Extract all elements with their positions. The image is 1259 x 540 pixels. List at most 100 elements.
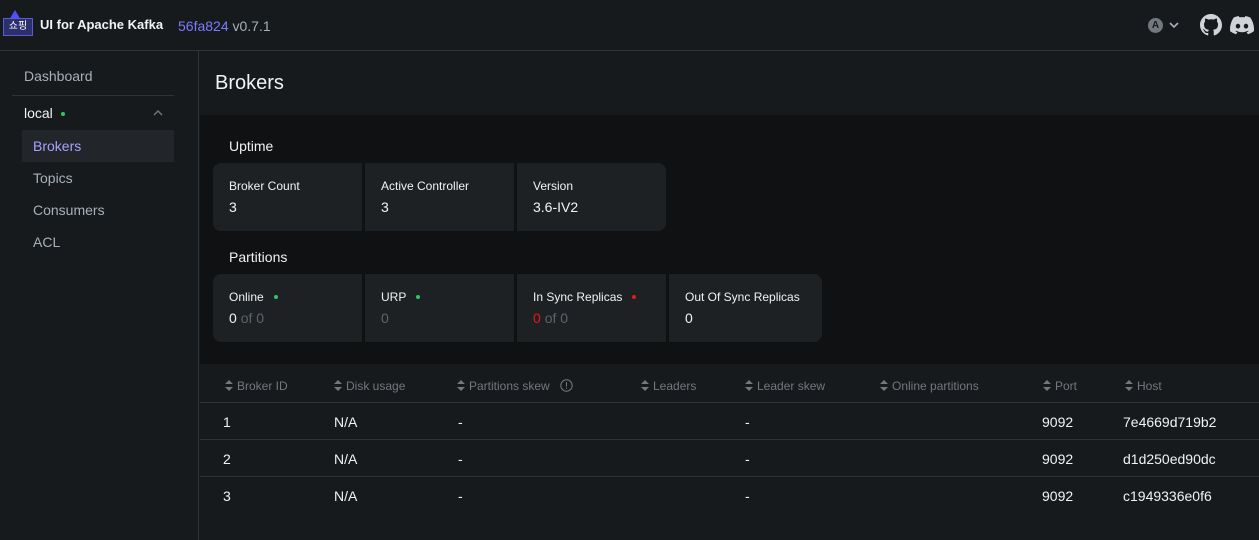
- column-label: Partitions skew: [469, 379, 550, 393]
- top-bar: 쇼핑 UI for Apache Kafka 56fa824 v0.7.1 A: [0, 0, 1259, 51]
- cell-leader-skew: -: [745, 414, 750, 430]
- table-row[interactable]: 1 N/A - - 9092 7e4669d719b2: [200, 402, 1259, 439]
- cell-partitions-skew: -: [458, 451, 463, 467]
- chevron-up-icon[interactable]: [153, 108, 163, 118]
- sort-icon: [745, 380, 753, 392]
- metric-broker-count: Broker Count 3: [213, 163, 362, 231]
- cell-leader-skew: -: [745, 451, 750, 467]
- logo-text: 쇼핑: [3, 18, 33, 36]
- metric-value-number: 0: [229, 310, 237, 326]
- sidebar-item-brokers[interactable]: Brokers: [22, 130, 174, 162]
- sidebar-divider: [12, 95, 174, 96]
- metric-value: 3: [229, 199, 237, 215]
- cell-disk-usage: N/A: [334, 451, 358, 467]
- metric-value: 3: [381, 199, 389, 215]
- metric-label-text: Online: [229, 290, 264, 304]
- version-number: v0.7.1: [232, 18, 271, 34]
- cluster-name[interactable]: local: [24, 105, 53, 121]
- user-menu-button[interactable]: A: [1148, 16, 1182, 36]
- metric-value-number: 0: [533, 310, 541, 326]
- table-row[interactable]: 3 N/A - - 9092 c1949336e0f6: [200, 476, 1259, 513]
- nav-dashboard[interactable]: Dashboard: [24, 68, 93, 84]
- sidebar-item-topics[interactable]: Topics: [22, 162, 174, 194]
- cluster-status-dot: [61, 112, 65, 116]
- uptime-title: Uptime: [229, 138, 274, 154]
- cell-broker-id[interactable]: 1: [223, 414, 231, 430]
- metric-version: Version 3.6-IV2: [517, 163, 666, 231]
- sort-icon: [1043, 380, 1051, 392]
- cell-broker-id[interactable]: 2: [223, 451, 231, 467]
- column-header-broker-id[interactable]: Broker ID: [225, 379, 288, 393]
- cell-leader-skew: -: [745, 488, 750, 504]
- metric-active-controller: Active Controller 3: [365, 163, 514, 231]
- metric-label: Version: [533, 179, 574, 193]
- table-row[interactable]: 2 N/A - - 9092 d1d250ed90dc: [200, 439, 1259, 476]
- sort-icon: [1125, 380, 1133, 392]
- main-content: Brokers Uptime Broker Count 3 Active Con…: [200, 51, 1259, 540]
- metric-label: In Sync Replicas: [533, 290, 666, 304]
- column-label: Host: [1137, 379, 1162, 393]
- status-dot: [273, 294, 278, 299]
- column-label: Broker ID: [237, 379, 288, 393]
- cell-host: d1d250ed90dc: [1123, 451, 1216, 467]
- metric-out-of-sync-replicas: Out Of Sync Replicas 0: [669, 274, 822, 342]
- metric-value-suffix: of 0: [240, 310, 265, 326]
- column-label: Leaders: [653, 379, 697, 393]
- version-info: 56fa824 v0.7.1: [178, 18, 271, 34]
- info-icon[interactable]: [560, 379, 573, 393]
- metric-label: URP: [381, 290, 514, 304]
- partitions-title: Partitions: [229, 249, 288, 265]
- column-header-host[interactable]: Host: [1125, 379, 1162, 393]
- cell-port: 9092: [1042, 451, 1074, 467]
- app-logo[interactable]: 쇼핑: [3, 10, 33, 36]
- column-header-leaders[interactable]: Leaders: [641, 379, 696, 393]
- chevron-down-icon: [1169, 22, 1179, 29]
- column-header-port[interactable]: Port: [1043, 379, 1077, 393]
- metric-label: Broker Count: [229, 179, 300, 193]
- app-title[interactable]: UI for Apache Kafka: [40, 17, 163, 32]
- metric-value: 0 of 0: [533, 310, 666, 326]
- column-label: Leader skew: [757, 379, 826, 393]
- sort-icon: [641, 380, 649, 392]
- cell-disk-usage: N/A: [334, 414, 358, 430]
- github-icon[interactable]: [1200, 14, 1222, 36]
- column-header-disk-usage[interactable]: Disk usage: [334, 379, 405, 393]
- commit-link[interactable]: 56fa824: [178, 18, 229, 34]
- metric-urp: URP 0: [365, 274, 514, 342]
- sidebar-item-acl[interactable]: ACL: [22, 226, 174, 258]
- sort-icon: [225, 380, 233, 392]
- metric-label-text: URP: [381, 290, 407, 304]
- column-label: Disk usage: [346, 379, 406, 393]
- column-header-online-partitions[interactable]: Online partitions: [880, 379, 979, 393]
- stats-panel: Uptime Broker Count 3 Active Controller …: [200, 115, 1259, 364]
- column-header-partitions-skew[interactable]: Partitions skew: [457, 379, 573, 393]
- column-label: Port: [1055, 379, 1078, 393]
- metric-online: Online 0 of 0: [213, 274, 362, 342]
- page-title: Brokers: [215, 72, 284, 94]
- discord-icon[interactable]: [1230, 15, 1254, 35]
- cell-partitions-skew: -: [458, 414, 463, 430]
- cell-host: c1949336e0f6: [1123, 488, 1212, 504]
- column-label: Online partitions: [892, 379, 979, 393]
- metric-value: 0 of 0: [229, 310, 362, 326]
- metric-label: Online: [229, 290, 362, 304]
- cell-port: 9092: [1042, 488, 1074, 504]
- metric-label-text: In Sync Replicas: [533, 290, 623, 304]
- sidebar-item-consumers[interactable]: Consumers: [22, 194, 174, 226]
- cell-host: 7e4669d719b2: [1123, 414, 1217, 430]
- cell-broker-id[interactable]: 3: [223, 488, 231, 504]
- column-header-leader-skew[interactable]: Leader skew: [745, 379, 825, 393]
- sort-icon: [457, 380, 465, 392]
- cell-partitions-skew: -: [458, 488, 463, 504]
- metric-value: 0: [685, 310, 693, 326]
- metric-in-sync-replicas: In Sync Replicas 0 of 0: [517, 274, 666, 342]
- metric-label: Active Controller: [381, 179, 470, 193]
- cell-disk-usage: N/A: [334, 488, 358, 504]
- sort-icon: [880, 380, 888, 392]
- metric-value: 0: [381, 310, 389, 326]
- sidebar: Dashboard local Brokers Topics Consumers…: [0, 51, 199, 540]
- metric-label: Out Of Sync Replicas: [685, 290, 800, 304]
- status-dot: [632, 294, 637, 299]
- cell-port: 9092: [1042, 414, 1074, 430]
- user-avatar-icon: A: [1148, 18, 1163, 33]
